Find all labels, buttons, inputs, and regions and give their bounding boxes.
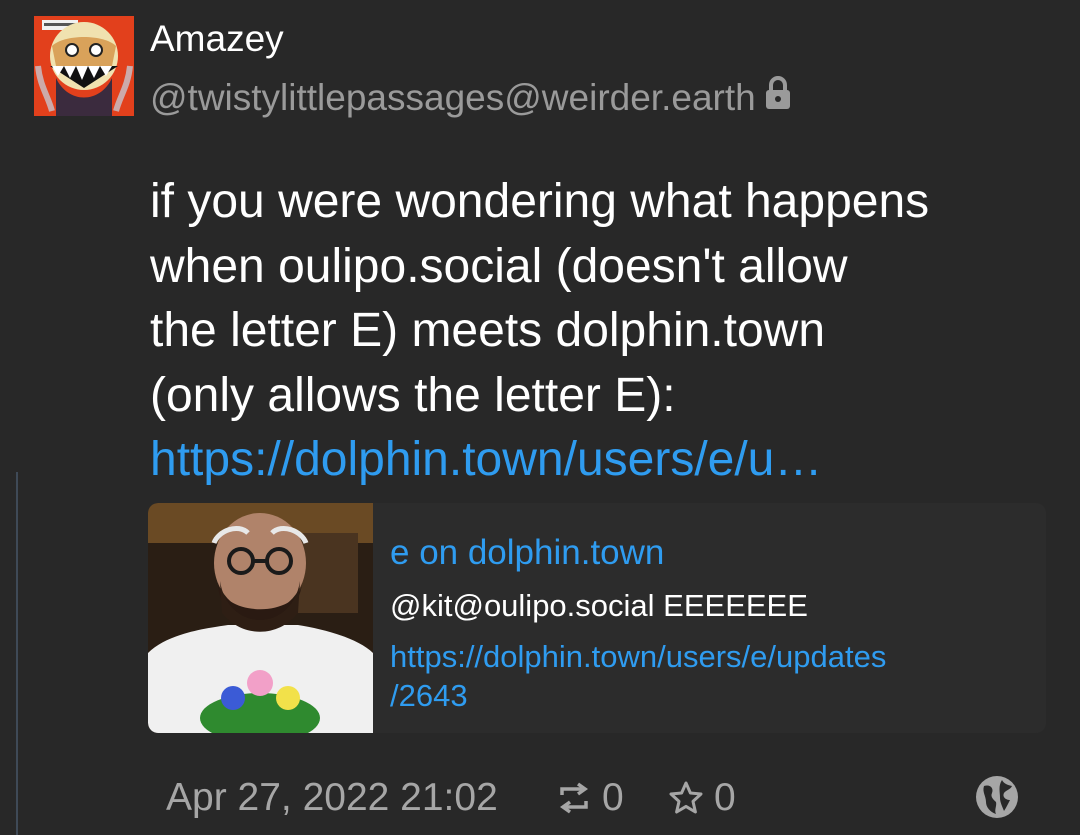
favourite-button[interactable]: 0 [668,776,736,820]
boost-icon [559,782,589,814]
boost-count: 0 [602,776,624,819]
star-icon [669,781,703,814]
boost-button[interactable]: 0 [556,776,624,820]
grinning-monster-avatar-icon [34,16,134,116]
post-link[interactable]: https://dolphin.town/users/e/u… [150,428,1060,493]
author-avatar[interactable] [34,16,134,116]
post-text-line: if you were wondering what happens [150,175,930,228]
link-preview-card[interactable]: e on dolphin.town @kit@oulipo.social EEE… [148,503,1046,733]
thread-line [16,472,18,835]
post-text-line: (only allows the letter E): [150,368,676,422]
bearded-man-photo-icon [148,503,373,733]
globe-icon[interactable] [974,774,1020,825]
post-text-line: the letter E) meets dolphin.town [150,304,826,357]
link-preview-image [148,503,373,733]
post-text-line: when oulipo.social (doesn't allow [150,239,848,293]
post-footer: Apr 27, 2022 21:02 0 0 [166,772,1046,826]
favourite-count: 0 [714,776,736,819]
link-preview-url-line: /2643 [390,678,468,713]
post-timestamp[interactable]: Apr 27, 2022 21:02 [166,776,498,820]
link-preview-url[interactable]: https://dolphin.town/users/e/updates /26… [390,637,1030,715]
author-display-name[interactable]: Amazey [150,18,284,60]
link-preview-description: @kit@oulipo.social EEEEEEE [390,588,808,623]
post-content: if you were wondering what happens when … [150,170,1060,493]
link-preview-title[interactable]: e on dolphin.town [390,533,664,573]
author-handle[interactable]: @twistylittlepassages@weirder.earth [150,76,792,119]
author-handle-text: @twistylittlepassages@weirder.earth [150,76,756,118]
lock-icon [764,76,792,119]
link-preview-url-line: https://dolphin.town/users/e/updates [390,639,887,674]
